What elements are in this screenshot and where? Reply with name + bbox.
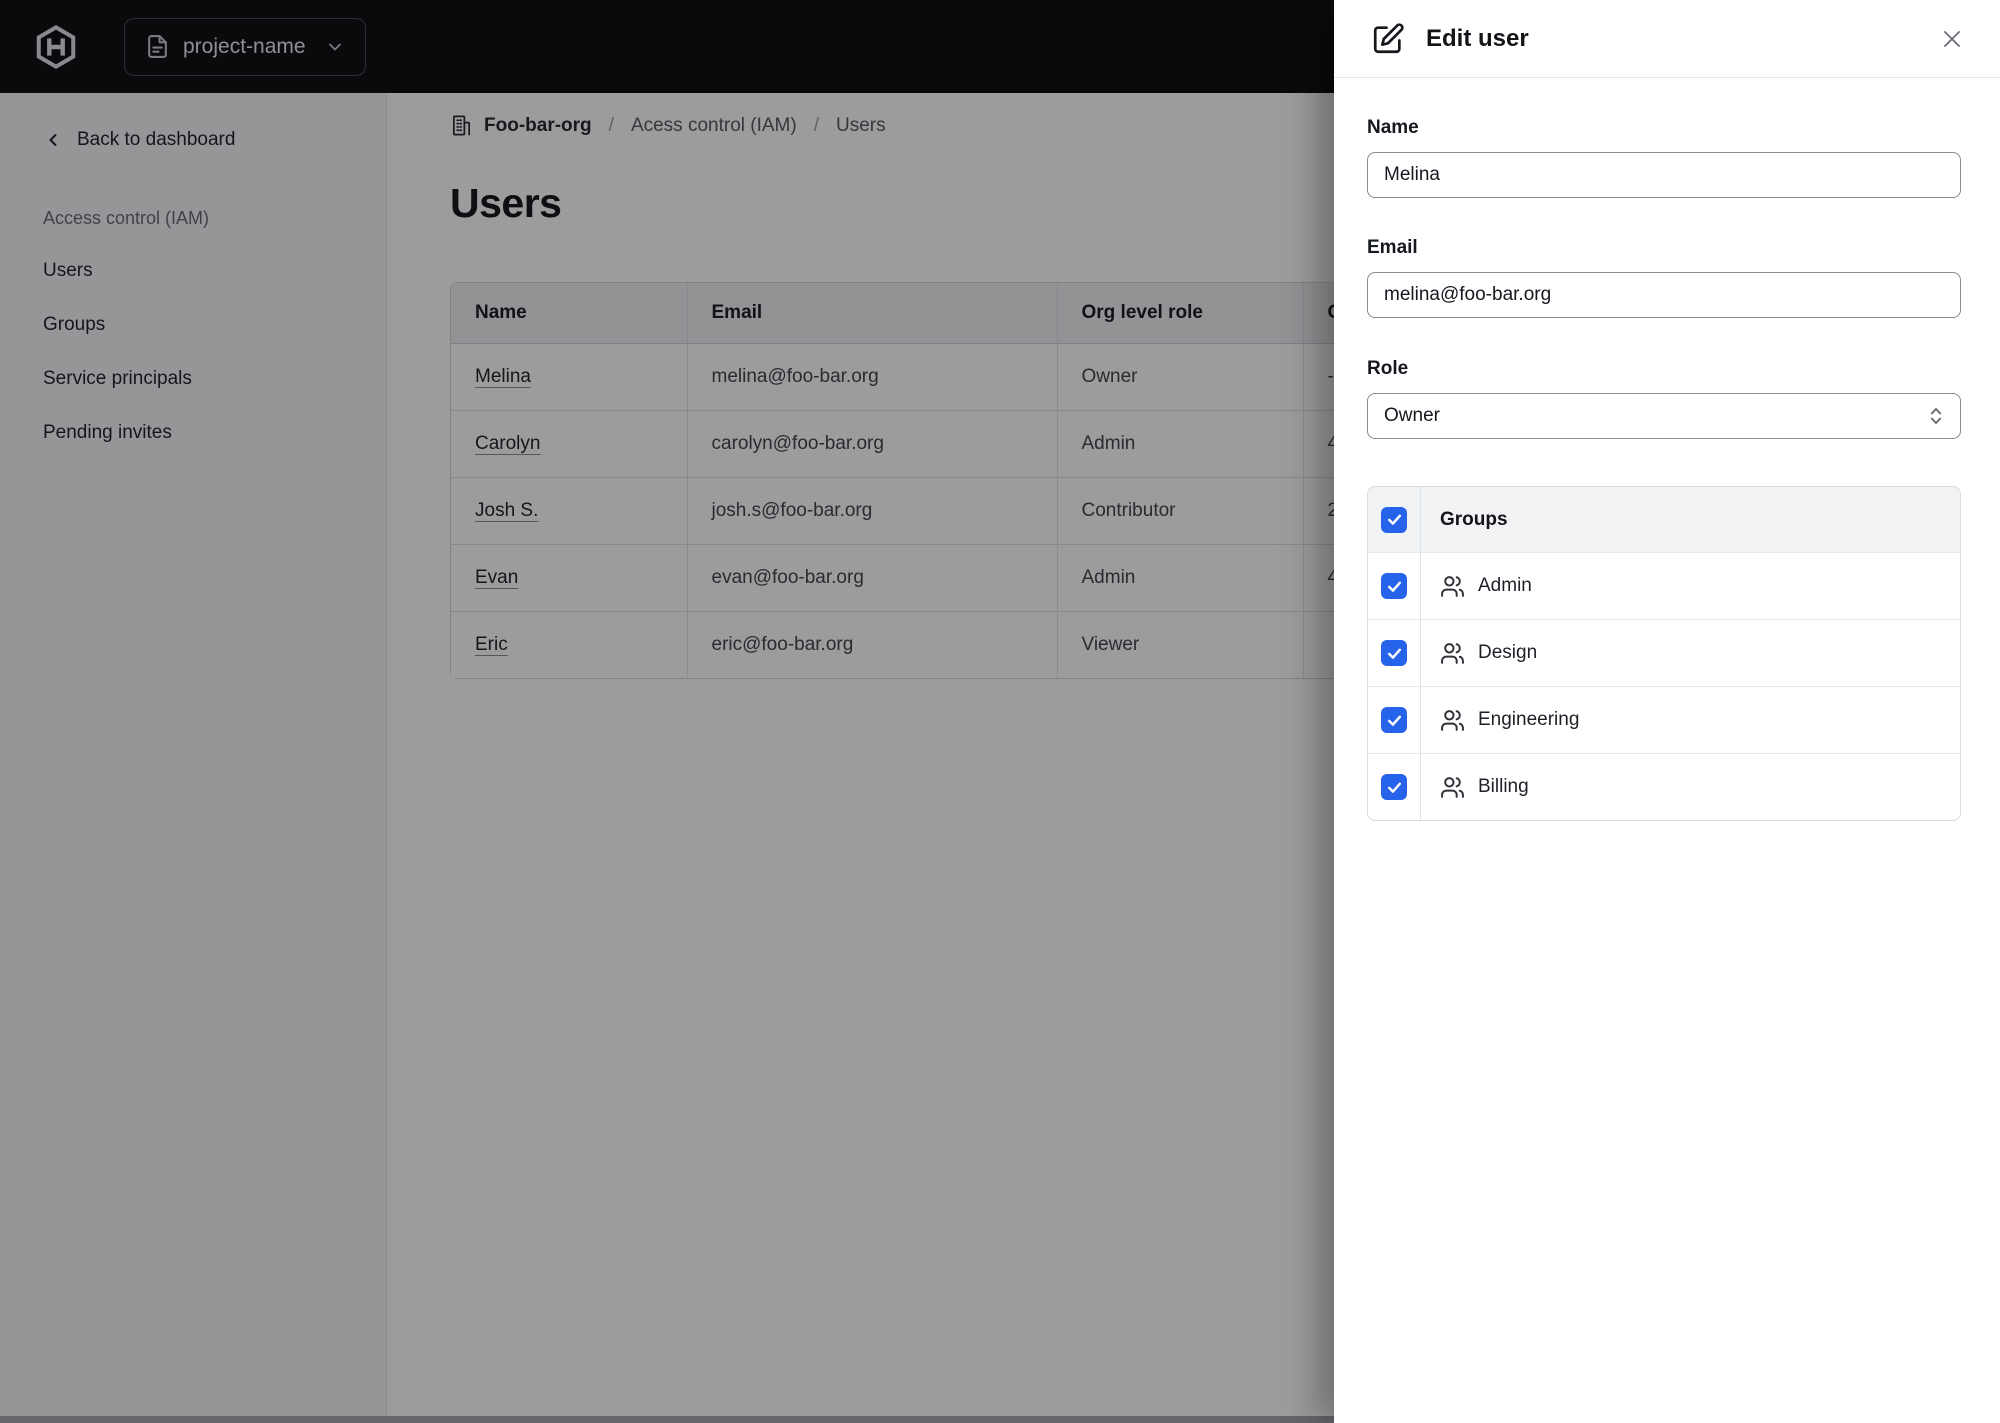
role-select-value: Owner (1384, 405, 1440, 426)
users-icon (1440, 641, 1465, 666)
edit-user-drawer: Edit user Name Email Role Owner (1334, 0, 2000, 1423)
email-field[interactable] (1367, 272, 1961, 318)
users-icon (1440, 775, 1465, 800)
group-checkbox-billing[interactable] (1381, 774, 1407, 800)
group-label: Billing (1478, 776, 1529, 797)
name-field-label: Name (1367, 117, 1419, 138)
drawer-body: Name Email Role Owner (1334, 78, 2000, 821)
group-check-cell (1368, 553, 1421, 619)
group-checkbox-design[interactable] (1381, 640, 1407, 666)
group-row-billing: Billing (1368, 753, 1960, 820)
group-check-cell (1368, 754, 1421, 820)
group-checkbox-engineering[interactable] (1381, 707, 1407, 733)
drawer-title: Edit user (1426, 24, 1529, 52)
group-check-cell (1368, 687, 1421, 753)
edit-icon (1371, 22, 1405, 56)
drawer-header: Edit user (1334, 0, 2000, 78)
groups-header-row: Groups (1368, 487, 1960, 552)
close-icon[interactable] (1937, 24, 1967, 54)
name-field-group: Name (1367, 116, 1961, 198)
group-row-design: Design (1368, 619, 1960, 686)
select-chevrons-icon (1926, 404, 1946, 428)
users-icon (1440, 708, 1465, 733)
group-row-admin: Admin (1368, 552, 1960, 619)
group-check-cell (1368, 620, 1421, 686)
email-field-label: Email (1367, 237, 1418, 258)
role-field-label: Role (1367, 358, 1409, 379)
role-select[interactable]: Owner (1367, 393, 1961, 439)
groups-selection-table: Groups Admin Design Engineering Billing (1367, 486, 1961, 821)
groups-select-all-checkbox[interactable] (1381, 506, 1407, 533)
group-checkbox-admin[interactable] (1381, 573, 1407, 599)
name-field[interactable] (1367, 152, 1961, 198)
groups-header-label: Groups (1440, 508, 1508, 530)
groups-header-check-cell (1368, 487, 1421, 552)
email-field-group: Email (1367, 236, 1961, 318)
group-label: Engineering (1478, 709, 1580, 730)
group-label: Design (1478, 642, 1538, 663)
users-icon (1440, 574, 1465, 599)
role-field-group: Role Owner (1367, 357, 1961, 439)
group-label: Admin (1478, 575, 1532, 596)
app-window: project-name Back to dashboard Access co… (0, 0, 2000, 1423)
group-row-engineering: Engineering (1368, 686, 1960, 753)
